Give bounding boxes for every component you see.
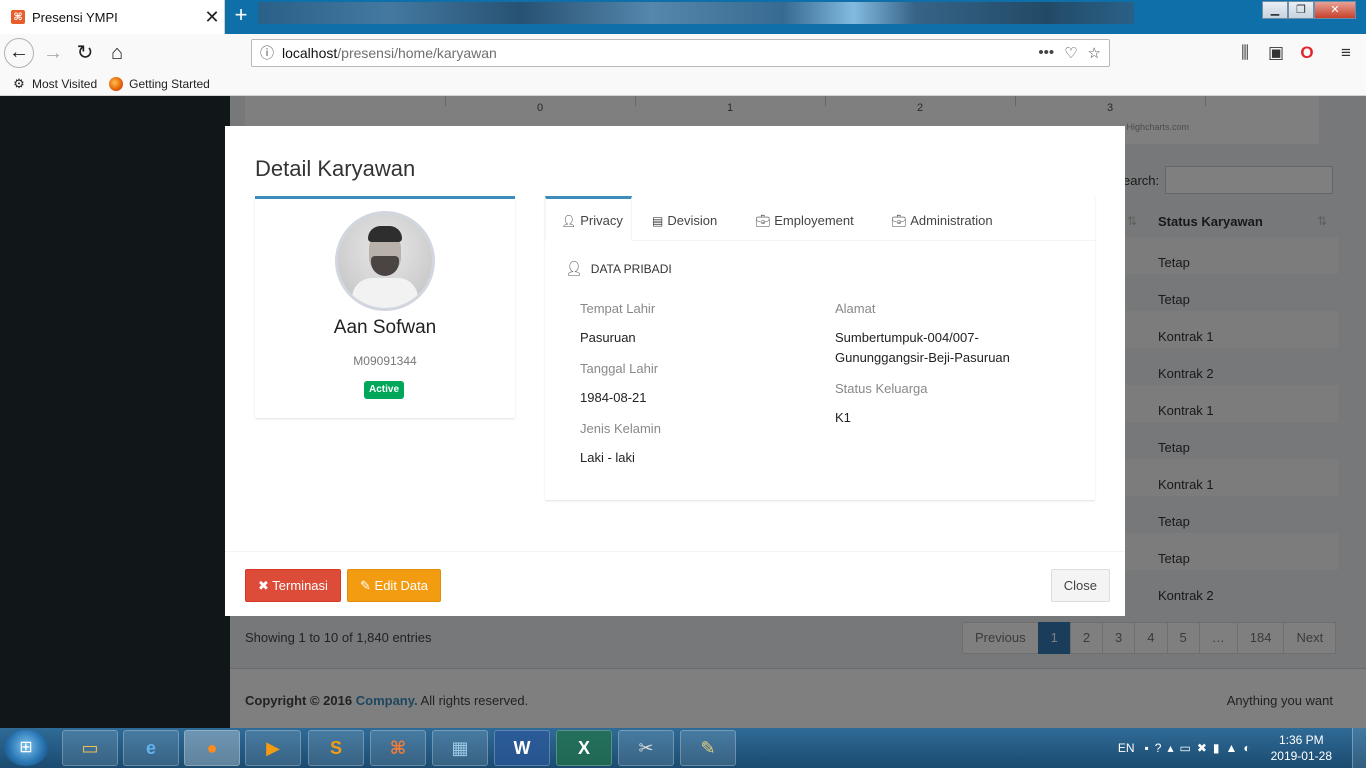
modal-title: Detail Karyawan [255, 156, 416, 181]
tanggal-lahir-value: 1984-08-21 [580, 390, 647, 405]
reload-icon[interactable]: ↻ [70, 38, 100, 68]
page-actions-icon[interactable]: ••• [1038, 44, 1054, 62]
times-icon: ✖ [258, 578, 269, 593]
firefox-icon [109, 76, 124, 91]
building-icon: ▤ [652, 213, 664, 228]
status-badge: Active [364, 381, 405, 399]
ie-taskbar-icon[interactable]: e [123, 730, 179, 766]
browser-navbar: ← → ↻ ⌂ ⓘ localhost/presensi/home/karyaw… [0, 34, 1366, 72]
library-icon[interactable]: ⫼ [1230, 38, 1260, 68]
alamat-line-1: Sumbertumpuk-004/007- [835, 330, 979, 345]
tab-administration[interactable]: 💼︎ Administration [891, 196, 993, 241]
ympi-favicon-icon: ⌘ [11, 10, 25, 24]
profile-name: Aan Sofwan [333, 317, 437, 338]
new-tab-button[interactable]: + [230, 4, 252, 28]
opera-icon[interactable]: O [1292, 38, 1322, 68]
user-icon: 👤︎ [561, 213, 577, 228]
briefcase-icon: 💼︎ [755, 213, 771, 228]
pocket-icon[interactable]: ♡ [1064, 44, 1077, 62]
clock[interactable]: 1:36 PM 2019-01-28 [1271, 732, 1332, 764]
jenis-kelamin-label: Jenis Kelamin [580, 421, 661, 436]
status-keluarga-value: K1 [835, 410, 851, 425]
profile-card: Aan Sofwan M09091344 Active [255, 196, 515, 418]
tab-close-icon[interactable]: ✕ [200, 7, 224, 28]
url-bar[interactable]: ⓘ localhost/presensi/home/karyawan ••• ♡… [251, 39, 1110, 67]
section-header: 👤︎ DATA PRIBADI [565, 260, 672, 276]
tab-employement[interactable]: 💼︎ Employement [755, 196, 854, 241]
media-player-taskbar-icon[interactable]: ▶ [245, 730, 301, 766]
url-text[interactable]: localhost/presensi/home/karyawan [282, 45, 1038, 61]
browser-titlebar: ⌘ Presensi YMPI ✕ + ▁ ❐ ✕ [0, 0, 1366, 34]
bookmark-most-visited[interactable]: ⚙ Most Visited [12, 75, 97, 91]
pencil-icon: ✎ [360, 578, 371, 593]
browser-tab-title: Presensi YMPI [32, 9, 118, 25]
detail-karyawan-modal: Detail Karyawan Aan Sofwan M09091344 Act… [225, 126, 1125, 616]
jenis-kelamin-value: Laki - laki [580, 450, 635, 465]
word-taskbar-icon[interactable]: W [494, 730, 550, 766]
page-viewport: 0 1 2 3 Highcharts.com earch: ⇅ Status K… [0, 96, 1366, 728]
tab-strip: 👤︎ Privacy ▤ Devision 💼︎ Employement 💼︎ … [545, 196, 1095, 241]
avatar [335, 211, 435, 311]
maximize-button[interactable]: ❐ [1288, 1, 1314, 19]
menu-hamburger-icon[interactable]: ≡ [1331, 38, 1361, 68]
sublime-taskbar-icon[interactable]: S [308, 730, 364, 766]
tanggal-lahir-label: Tanggal Lahir [580, 361, 659, 376]
firefox-taskbar-icon[interactable]: ● [184, 730, 240, 766]
user-icon: 👤︎ [565, 260, 583, 276]
browser-tab-active[interactable]: ⌘ Presensi YMPI ✕ [0, 0, 225, 34]
detail-tabs: 👤︎ Privacy ▤ Devision 💼︎ Employement 💼︎ … [545, 196, 1095, 500]
bookmarks-toolbar: ⚙ Most Visited Getting Started [0, 72, 1366, 96]
paint-taskbar-icon[interactable]: ✎ [680, 730, 736, 766]
system-tray: EN ▪?▴▭✖▮▲◐ 1:36 PM 2019-01-28 [1118, 728, 1366, 768]
snipping-tool-taskbar-icon[interactable]: ✂ [618, 730, 674, 766]
home-icon[interactable]: ⌂ [102, 38, 132, 68]
background-tabs [258, 2, 1134, 24]
tempat-lahir-value: Pasuruan [580, 330, 636, 345]
modal-footer: ✖ Terminasi ✎ Edit Data Close [225, 551, 1125, 616]
bookmark-getting-started[interactable]: Getting Started [109, 76, 210, 91]
excel-taskbar-icon[interactable]: X [556, 730, 612, 766]
tab-privacy[interactable]: 👤︎ Privacy [545, 196, 632, 241]
bookmark-star-icon[interactable]: ☆ [1088, 44, 1101, 62]
minimize-button[interactable]: ▁ [1262, 1, 1288, 19]
gear-icon: ⚙ [13, 75, 25, 91]
close-button[interactable]: Close [1050, 569, 1110, 602]
language-indicator[interactable]: EN [1118, 741, 1135, 755]
edit-data-button[interactable]: ✎ Edit Data [347, 569, 442, 602]
sidebar-toggle-icon[interactable]: ▣ [1261, 38, 1291, 68]
alamat-line-2: Gununggangsir-Beji-Pasuruan [835, 350, 1010, 365]
show-desktop-button[interactable] [1352, 728, 1366, 768]
start-button[interactable]: ⊞ [4, 730, 48, 766]
status-keluarga-label: Status Keluarga [835, 381, 928, 396]
terminasi-button[interactable]: ✖ Terminasi [245, 569, 341, 602]
alamat-label: Alamat [835, 301, 876, 316]
xampp-taskbar-icon[interactable]: ⌘ [370, 730, 426, 766]
tab-devision[interactable]: ▤ Devision [652, 196, 717, 241]
briefcase-icon: 💼︎ [891, 213, 907, 228]
explorer-taskbar-icon[interactable]: ▭ [62, 730, 118, 766]
back-arrow-icon[interactable]: ← [4, 38, 34, 68]
window-close-button[interactable]: ✕ [1314, 1, 1356, 19]
windows-taskbar: ⊞ ▭ e ● ▶ S ⌘ ▦ W X ✂ ✎ EN ▪?▴▭✖▮▲◐ 1:36… [0, 728, 1366, 768]
tempat-lahir-label: Tempat Lahir [580, 301, 656, 316]
employee-id: M09091344 [353, 354, 417, 368]
forward-arrow-icon[interactable]: → [38, 38, 68, 68]
site-info-icon[interactable]: ⓘ [252, 43, 282, 63]
control-panel-taskbar-icon[interactable]: ▦ [432, 730, 488, 766]
tray-icons[interactable]: ▪?▴▭✖▮▲◐ [1145, 741, 1257, 755]
